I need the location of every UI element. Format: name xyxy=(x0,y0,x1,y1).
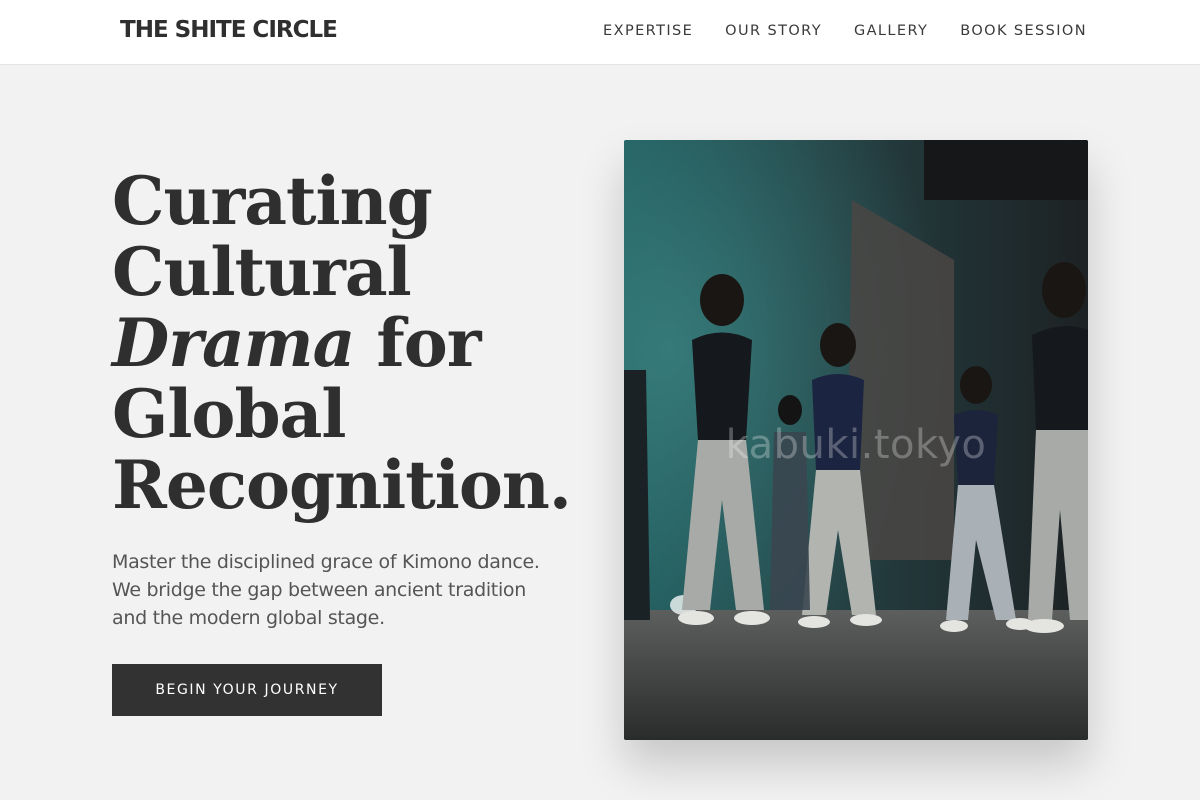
hero-heading: Curating Cultural Drama for Global Recog… xyxy=(112,166,592,521)
nav-expertise[interactable]: EXPERTISE xyxy=(603,23,693,39)
hero-description-line-3: and the modern global stage. xyxy=(112,607,385,629)
hero-description-line-1: Master the disciplined grace of Kimono d… xyxy=(112,551,540,573)
hero-dance-photo: kabuki.tokyo xyxy=(624,140,1088,740)
main-nav: EXPERTISE OUR STORY GALLERY BOOK SESSION xyxy=(603,23,1087,39)
hero-description-line-2: We bridge the gap between ancient tradit… xyxy=(112,579,526,601)
hero-heading-line-3: Drama for xyxy=(112,308,592,379)
hero-description: Master the disciplined grace of Kimono d… xyxy=(112,548,592,632)
nav-gallery[interactable]: GALLERY xyxy=(854,23,928,39)
brand-logo[interactable]: THE SHITE CIRCLE xyxy=(120,17,338,43)
hero-heading-line-4: Global xyxy=(112,375,346,453)
nav-our-story[interactable]: OUR STORY xyxy=(725,23,822,39)
hero-heading-line-3-rest: for xyxy=(354,304,481,382)
photo-watermark: kabuki.tokyo xyxy=(725,422,987,468)
hero-heading-line-2: Cultural xyxy=(112,233,412,311)
hero-heading-line-5: Recognition. xyxy=(112,446,572,524)
begin-journey-button[interactable]: BEGIN YOUR JOURNEY xyxy=(112,664,382,716)
hero-heading-emphasis: Drama xyxy=(112,304,355,382)
hero-heading-line-1: Curating xyxy=(112,162,433,240)
nav-book-session[interactable]: BOOK SESSION xyxy=(960,23,1087,39)
top-navigation-bar: THE SHITE CIRCLE EXPERTISE OUR STORY GAL… xyxy=(0,0,1200,65)
